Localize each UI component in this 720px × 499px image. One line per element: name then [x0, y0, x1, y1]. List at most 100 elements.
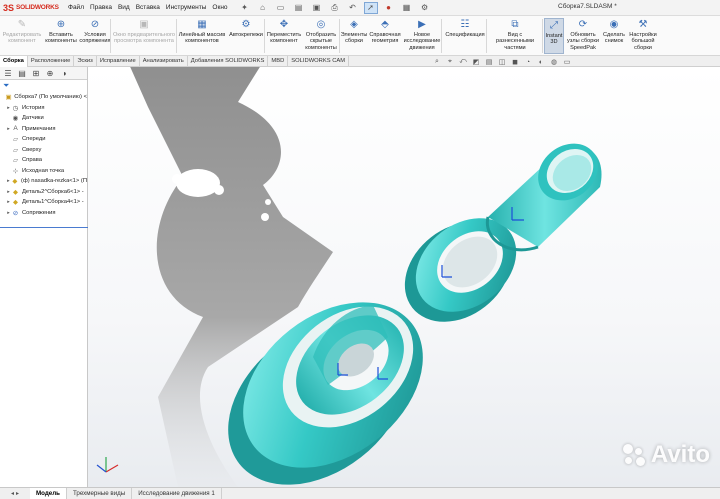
menu-view[interactable]: Вид — [118, 4, 130, 11]
ribbon-button-exploded-view[interactable]: ⧉ Вид с разнесенными частями — [488, 18, 542, 51]
plane-icon: ▱ — [13, 146, 18, 154]
edit-appearance-icon[interactable]: ◐ — [536, 57, 546, 67]
traffic-light-icon[interactable]: ● — [382, 2, 396, 14]
rebuild-icon[interactable]: ▦ — [400, 2, 414, 14]
property-manager-tab-icon[interactable]: ▤ — [16, 68, 28, 79]
menu-insert[interactable]: Вставка — [136, 4, 160, 11]
ribbon-button-snapshot[interactable]: ◉ Сделать снимок — [602, 18, 626, 45]
command-tab-7[interactable]: SOLIDWORKS CAM — [288, 56, 350, 67]
assembly-icon: ▣ — [5, 94, 12, 102]
previous-view-icon[interactable]: ⤺ — [458, 57, 468, 67]
reference-geometry-icon: ⬘ — [381, 19, 389, 30]
ribbon-button-speedpak[interactable]: ⟳ Обновить узлы сборки SpeedPak — [566, 18, 600, 51]
ribbon-button-instant3d[interactable]: ⤢ Instant 3D — [544, 18, 564, 54]
tree-item[interactable]: ▸ ◆ (ф) nasadka-rezka<1> (П — [0, 176, 87, 187]
options-gear-icon[interactable]: ⚙ — [418, 2, 432, 14]
ribbon-button-mate[interactable]: ⊘ Условия сопряжения — [79, 18, 110, 45]
menu-window[interactable]: Окно — [212, 4, 227, 11]
command-tab-4[interactable]: Анализировать — [140, 56, 188, 67]
ribbon-button-reference-geometry[interactable]: ⬘ Справочная геометрия — [368, 18, 402, 45]
ribbon-separator — [339, 19, 340, 53]
part-icon: ◆ — [13, 188, 18, 196]
ribbon-button-motion-study[interactable]: ▶ Новое исследование движения — [403, 18, 441, 51]
select-arrow-icon[interactable]: ➚ — [363, 1, 378, 14]
avito-watermark: Avito — [621, 441, 710, 469]
tree-item[interactable]: ▸ ◆ Деталь2^Сборка6<1> - — [0, 187, 87, 198]
home-icon[interactable]: ⌂ — [256, 2, 270, 14]
command-tab-3[interactable]: Исправление — [97, 56, 140, 67]
section-view-icon[interactable]: ◩ — [471, 57, 481, 67]
ribbon-button-bom[interactable]: ☷ Спецификация — [443, 18, 487, 38]
graphics-area[interactable]: Avito — [88, 67, 720, 487]
command-tab-6[interactable]: MBD — [268, 56, 289, 67]
view-orientation-icon[interactable]: ◫ — [497, 57, 507, 67]
mate-icon: ⊘ — [90, 19, 100, 30]
ribbon-button-component-preview[interactable]: ▣ Окно предварительного просмотра компоне… — [112, 18, 176, 45]
ribbon-button-assembly-features[interactable]: ◈ Элементы сборки — [341, 18, 368, 45]
ribbon-button-insert-components[interactable]: ⊕ Вставить компоненты — [44, 18, 78, 45]
assembly-features-icon: ◈ — [350, 19, 358, 30]
command-tab-2[interactable]: Эскиз — [74, 56, 97, 67]
pin-icon[interactable]: ✦ — [238, 2, 252, 14]
rollback-bar[interactable] — [0, 227, 88, 228]
ribbon-separator — [110, 19, 111, 53]
tree-item-label: Сверху — [22, 146, 42, 153]
zoom-to-fit-icon[interactable]: ⌕ — [432, 57, 442, 67]
edit-component-icon: ✎ — [17, 19, 27, 30]
tree-item[interactable]: ⊹ Исходная точка — [0, 166, 87, 177]
save-icon[interactable]: ▣ — [310, 2, 324, 14]
display-manager-tab-icon[interactable]: ◑ — [58, 68, 70, 79]
ribbon-button-large-assembly[interactable]: ⚒ Настройки большой сборки — [628, 18, 658, 51]
scroll-left-icon[interactable]: ◂ — [11, 490, 14, 497]
tree-item[interactable]: ▱ Сверху — [0, 145, 87, 156]
ribbon-button-move-component[interactable]: ✥ Переместить компонент — [266, 18, 302, 45]
configuration-manager-tab-icon[interactable]: ⊞ — [30, 68, 42, 79]
ribbon-button-edit-component[interactable]: ✎ Редактировать компонент — [2, 18, 42, 45]
hide-show-icon[interactable]: ◔ — [523, 57, 533, 67]
ribbon-separator — [441, 19, 442, 53]
tree-item[interactable]: ▱ Справа — [0, 155, 87, 166]
ribbon-separator — [176, 19, 177, 53]
scroll-right-icon[interactable]: ▸ — [16, 490, 19, 497]
history-icon: ◷ — [12, 104, 19, 112]
ds-logo-icon: 3S — [3, 2, 15, 13]
undo-icon[interactable]: ↶ — [346, 2, 360, 14]
tree-item[interactable]: ◉ Датчики — [0, 113, 87, 124]
new-document-icon[interactable]: ▭ — [274, 2, 288, 14]
bottom-tab-1[interactable]: Трехмерные виды — [67, 488, 133, 499]
tree-item[interactable]: ▣ Сборка7 (По умолчанию) < — [0, 92, 87, 103]
feature-tree-tab-icon[interactable]: ☰ — [2, 68, 14, 79]
ribbon-button-show-hidden[interactable]: ◎ Отобразить скрытые компоненты — [303, 18, 339, 51]
ribbon-button-label: Обновить узлы сборки SpeedPak — [567, 32, 599, 51]
menu-tools[interactable]: Инструменты — [166, 4, 207, 11]
display-style-icon[interactable]: ◼ — [510, 57, 520, 67]
command-tab-0[interactable]: Сборка — [0, 56, 28, 67]
scene-icon[interactable]: ◍ — [549, 57, 559, 67]
menu-file[interactable]: Файл — [68, 4, 84, 11]
bottom-tab-2[interactable]: Исследование движения 1 — [132, 488, 222, 499]
tree-item[interactable]: ▸ ◆ Деталь1^Сборка4<1> - — [0, 197, 87, 208]
command-tab-5[interactable]: Добавления SOLIDWORKS — [188, 56, 269, 67]
snapshot-icon: ◉ — [609, 19, 619, 30]
open-icon[interactable]: ▤ — [292, 2, 306, 14]
command-tab-1[interactable]: Расположение — [28, 56, 75, 67]
tree-item[interactable]: ▸ A Примечания — [0, 124, 87, 135]
zoom-area-icon[interactable]: ⌖ — [445, 57, 455, 67]
dynamic-annotation-icon[interactable]: ▤ — [484, 57, 494, 67]
bottom-tab-0[interactable]: Модель — [30, 488, 67, 499]
menu-edit[interactable]: Правка — [90, 4, 112, 11]
ribbon-button-label: Спецификация — [445, 32, 485, 38]
mates-icon: ⊘ — [12, 209, 19, 217]
plane-icon: ▱ — [13, 157, 18, 165]
print-icon[interactable]: ⎙ — [328, 2, 342, 14]
ribbon-button-linear-pattern[interactable]: ▦ Линейный массив компонентов — [178, 18, 226, 45]
tree-item[interactable]: ▸ ◷ История — [0, 103, 87, 114]
dimxpert-tab-icon[interactable]: ⊕ — [44, 68, 56, 79]
filter-icon[interactable]: ⏷ — [0, 80, 87, 91]
ribbon-button-smart-fasteners[interactable]: ⚙ Автокрепежи — [228, 18, 264, 38]
solidworks-logo[interactable]: 3S SOLIDWORKS — [0, 3, 60, 13]
tree-item[interactable]: ▱ Спереди — [0, 134, 87, 145]
ribbon-button-label: Отобразить скрытые компоненты — [305, 32, 337, 51]
tree-item[interactable]: ▸ ⊘ Сопряжения — [0, 208, 87, 219]
view-settings-icon[interactable]: ▭ — [562, 57, 572, 67]
